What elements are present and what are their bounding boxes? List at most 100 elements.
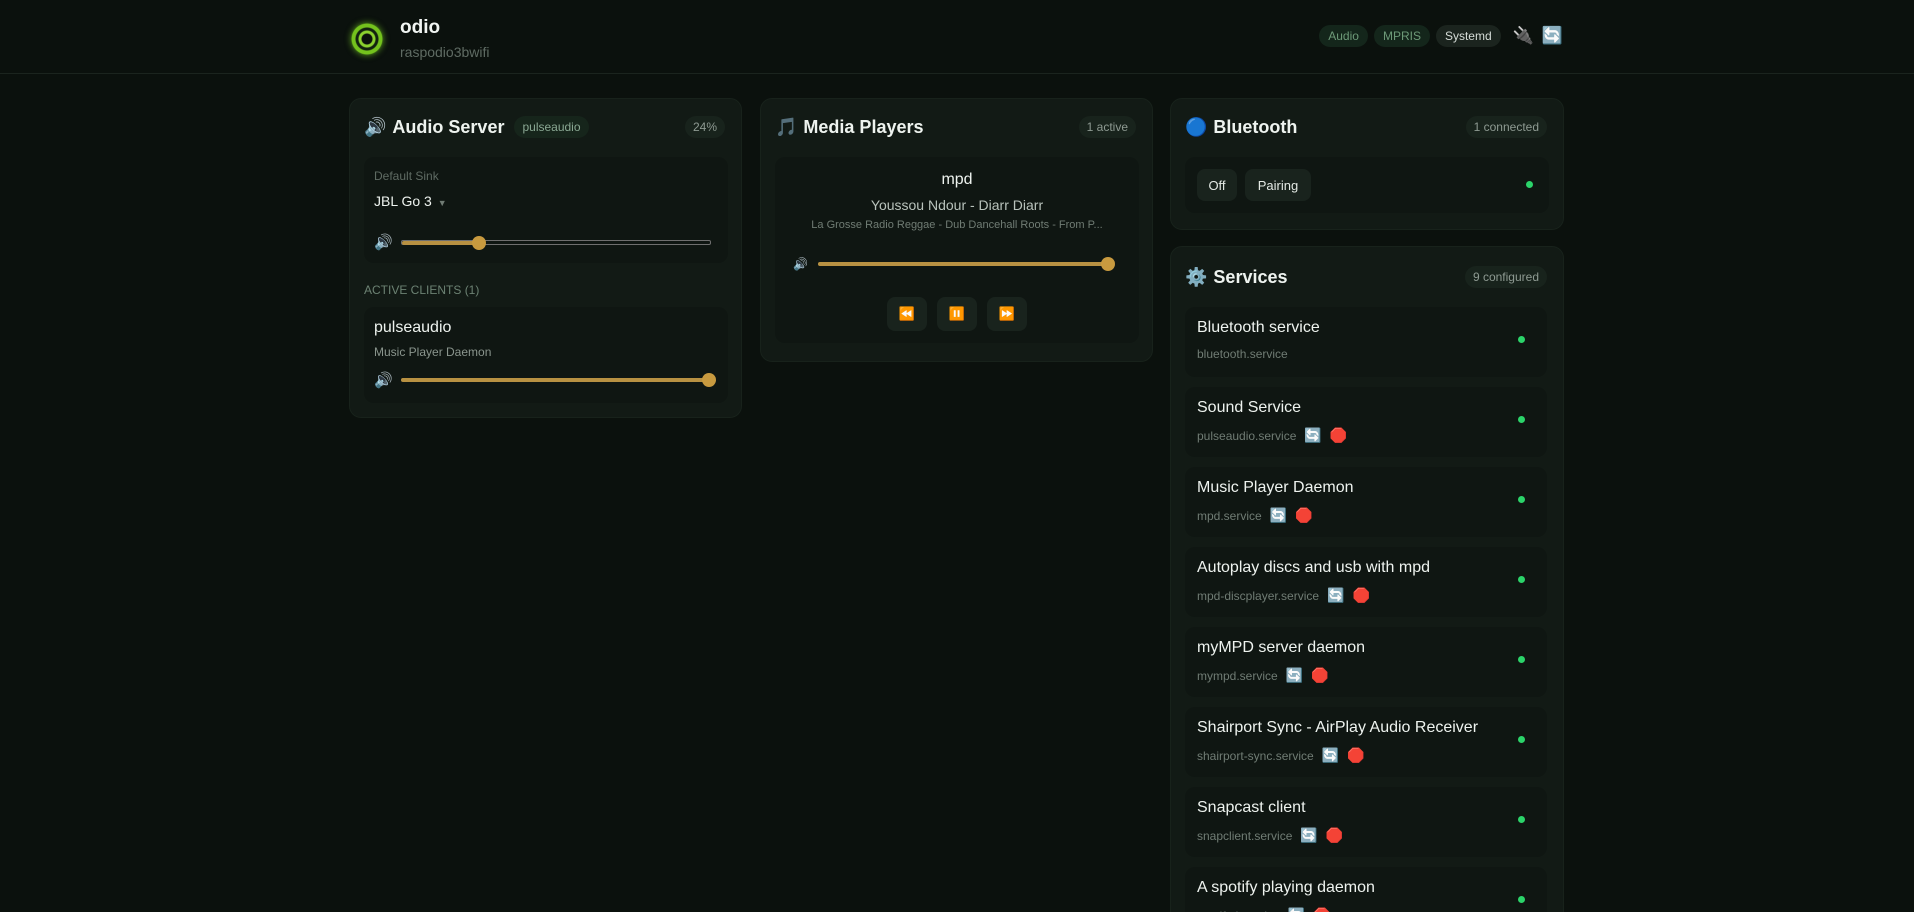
pause-button[interactable]: ⏸️	[937, 297, 977, 331]
bluetooth-header: 🔵 Bluetooth 1 connected	[1185, 115, 1547, 139]
default-sink-label: Default Sink	[374, 169, 439, 183]
bluetooth-off-button[interactable]: Off	[1197, 169, 1237, 201]
service-row: Sound Service pulseaudio.service 🔄 🛑	[1185, 387, 1547, 457]
player-volume-knob[interactable]	[1100, 257, 1115, 271]
service-row: A spotify playing daemon spotifyd.service…	[1185, 867, 1547, 912]
service-row: Autoplay discs and usb with mpd mpd-discp…	[1185, 547, 1547, 617]
client-volume-row: 🔊	[374, 371, 716, 389]
stop-icon[interactable]: 🛑	[1326, 827, 1343, 844]
audio-server-card: 🔊 Audio Server pulseaudio 24% Default Sin…	[349, 98, 742, 418]
speaker-icon[interactable]: 🔊	[793, 257, 808, 271]
sink-volume-row: 🔊	[374, 233, 711, 251]
track-title: Youssou Ndour - Diarr Diarr	[870, 197, 1044, 213]
active-clients-header: ACTIVE CLIENTS (1)	[364, 283, 480, 297]
service-name: Autoplay discs and usb with mpd	[1197, 559, 1431, 576]
sink-volume-slider[interactable]	[400, 235, 711, 250]
service-status-dot	[1518, 816, 1525, 823]
blue-circle-icon: 🔵	[1185, 116, 1208, 137]
stop-icon[interactable]: 🛑	[1347, 747, 1364, 764]
music-note-icon: 🎵	[775, 116, 798, 137]
client-volume-knob[interactable]	[701, 373, 716, 387]
restart-icon[interactable]: 🔄	[1327, 587, 1344, 604]
player-panel: mpd Youssou Ndour - Diarr Diarr La Gross…	[775, 157, 1139, 343]
bluetooth-panel: Off Pairing	[1185, 157, 1549, 213]
service-unit: mpd.service 🔄 🛑	[1197, 507, 1313, 524]
service-unit: snapclient.service 🔄 🛑	[1197, 827, 1343, 844]
client-description: Music Player Daemon	[374, 345, 492, 359]
stop-icon[interactable]: 🛑	[1330, 427, 1347, 444]
speaker-icon[interactable]: 🔊	[374, 233, 393, 251]
restart-icon[interactable]: 🔄	[1322, 747, 1339, 764]
services-header: ⚙️ Services 9 configured	[1185, 265, 1547, 289]
stop-icon[interactable]: 🛑	[1313, 907, 1330, 912]
player-volume-fill	[817, 262, 1108, 266]
service-unit-name: spotifyd.service	[1197, 909, 1280, 912]
nav-mpris[interactable]: MPRIS	[1373, 25, 1430, 47]
client-volume-fill	[400, 378, 709, 382]
service-row: Music Player Daemon mpd.service 🔄 🛑	[1185, 467, 1547, 537]
speaker-icon[interactable]: 🔊	[374, 371, 393, 389]
restart-icon[interactable]: 🔄	[1304, 427, 1321, 444]
service-name: Snapcast client	[1197, 799, 1306, 816]
service-unit-name: snapclient.service	[1197, 828, 1293, 843]
bluetooth-card: 🔵 Bluetooth 1 connected Off Pairing	[1170, 98, 1564, 230]
fast-forward-button[interactable]: ⏩	[987, 297, 1027, 331]
stop-icon[interactable]: 🛑	[1295, 507, 1312, 524]
default-sink-value: JBL Go 3	[374, 193, 432, 209]
nav-systemd[interactable]: Systemd	[1435, 25, 1501, 47]
top-bar: odio raspodio3bwifi Audio MPRIS Systemd …	[0, 0, 1914, 74]
nav-audio[interactable]: Audio	[1319, 25, 1368, 47]
client-volume-slider[interactable]	[400, 373, 716, 387]
service-status-dot	[1518, 336, 1525, 343]
default-sink-panel: Default Sink JBL Go 3 ▼ 🔊	[364, 157, 728, 263]
default-sink-select[interactable]: JBL Go 3 ▼	[374, 193, 447, 209]
service-unit-name: pulseaudio.service	[1197, 428, 1297, 443]
track-album: La Grosse Radio Reggae - Dub Dancehall R…	[811, 219, 1103, 231]
stop-icon[interactable]: 🛑	[1311, 667, 1328, 684]
service-name: Shairport Sync - AirPlay Audio Receiver	[1197, 719, 1479, 736]
app-name: odio	[400, 17, 441, 38]
player-volume-slider[interactable]	[817, 257, 1115, 271]
sink-volume-knob[interactable]	[471, 235, 486, 250]
player-name: mpd	[941, 171, 973, 188]
media-players-title: 🎵 Media Players	[775, 116, 924, 137]
services-card: ⚙️ Services 9 configured Bluetooth servic…	[1170, 246, 1564, 912]
audio-server-title: 🔊 Audio Server	[364, 116, 505, 137]
bluetooth-status-dot	[1526, 181, 1533, 188]
brand-text: odio raspodio3bwifi	[400, 17, 490, 61]
client-name: pulseaudio	[374, 319, 452, 336]
plug-icon[interactable]: 🔌	[1513, 26, 1534, 46]
refresh-icon[interactable]: 🔄	[1542, 26, 1563, 46]
audio-server-header: 🔊 Audio Server pulseaudio 24%	[364, 115, 725, 139]
stop-icon[interactable]: 🛑	[1352, 587, 1369, 604]
services-title: ⚙️ Services	[1185, 266, 1288, 287]
restart-icon[interactable]: 🔄	[1288, 907, 1305, 912]
service-unit-name: mpd.service	[1197, 508, 1262, 523]
audio-server-badge: pulseaudio	[514, 116, 589, 138]
bluetooth-title: 🔵 Bluetooth	[1185, 116, 1298, 137]
service-name: myMPD server daemon	[1197, 639, 1366, 656]
audio-volume-badge: 24%	[684, 116, 725, 138]
brand[interactable]: odio raspodio3bwifi	[350, 18, 490, 60]
service-name: Sound Service	[1197, 399, 1302, 416]
service-row: myMPD server daemon mympd.service 🔄 🛑	[1185, 627, 1547, 697]
service-status-dot	[1518, 896, 1525, 903]
speaker-icon: 🔊	[364, 116, 387, 137]
hostname: raspodio3bwifi	[400, 44, 490, 60]
sink-volume-fill	[401, 240, 479, 245]
bluetooth-pairing-button[interactable]: Pairing	[1245, 169, 1311, 201]
services-badge: 9 configured	[1464, 266, 1547, 288]
media-players-header: 🎵 Media Players 1 active	[775, 115, 1136, 139]
rewind-button[interactable]: ⏪	[887, 297, 927, 331]
service-row: Bluetooth service bluetooth.service	[1185, 307, 1547, 377]
media-players-card: 🎵 Media Players 1 active mpd Youssou Ndou…	[760, 98, 1153, 362]
service-unit: mpd-discplayer.service 🔄 🛑	[1197, 587, 1370, 604]
service-unit: shairport-sync.service 🔄 🛑	[1197, 747, 1365, 764]
restart-icon[interactable]: 🔄	[1270, 507, 1287, 524]
odio-logo	[350, 22, 384, 56]
service-unit: mympd.service 🔄 🛑	[1197, 667, 1329, 684]
service-name: Music Player Daemon	[1197, 479, 1354, 496]
restart-icon[interactable]: 🔄	[1286, 667, 1303, 684]
service-unit-name: mympd.service	[1197, 668, 1278, 683]
restart-icon[interactable]: 🔄	[1300, 827, 1317, 844]
